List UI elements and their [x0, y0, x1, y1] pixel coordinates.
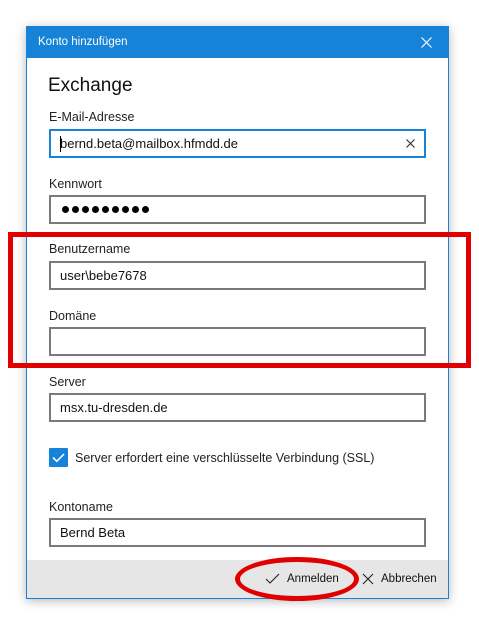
- email-field[interactable]: bernd.beta@mailbox.hfmdd.de: [49, 129, 426, 158]
- cancel-label: Abbrechen: [381, 573, 437, 585]
- password-dot: [102, 206, 109, 213]
- password-dot: [142, 206, 149, 213]
- password-dot: [112, 206, 119, 213]
- password-mask: [62, 206, 149, 213]
- password-dot: [82, 206, 89, 213]
- email-label: E-Mail-Adresse: [49, 110, 135, 124]
- clear-icon[interactable]: [403, 136, 418, 151]
- server-label: Server: [49, 375, 86, 389]
- page-title: Exchange: [48, 75, 133, 96]
- dialog-footer: Anmelden Abbrechen: [27, 560, 448, 598]
- close-icon: [420, 37, 432, 48]
- password-dot: [122, 206, 129, 213]
- checkmark-icon: [52, 453, 65, 463]
- username-field[interactable]: user\bebe7678: [49, 261, 426, 290]
- close-button[interactable]: [404, 27, 448, 58]
- domain-field[interactable]: [49, 327, 426, 356]
- account-name-label: Kontoname: [49, 500, 113, 514]
- password-dot: [62, 206, 69, 213]
- title-bar: Konto hinzufügen: [27, 27, 448, 58]
- username-value: user\bebe7678: [60, 268, 147, 283]
- checkmark-icon: [265, 573, 280, 584]
- window-title: Konto hinzufügen: [38, 36, 128, 48]
- password-dot: [132, 206, 139, 213]
- password-dot: [72, 206, 79, 213]
- text-caret: [60, 136, 61, 152]
- add-account-dialog: Konto hinzufügen Exchange E-Mail-Adresse…: [26, 26, 449, 599]
- username-label: Benutzername: [49, 242, 131, 256]
- cancel-button[interactable]: Abbrechen: [362, 560, 437, 598]
- ssl-label: Server erfordert eine verschlüsselte Ver…: [75, 451, 375, 465]
- account-name-value: Bernd Beta: [60, 525, 126, 540]
- password-dot: [92, 206, 99, 213]
- signin-button[interactable]: Anmelden: [265, 560, 339, 598]
- ssl-checkbox[interactable]: [49, 448, 68, 467]
- password-label: Kennwort: [49, 177, 102, 191]
- server-field[interactable]: msx.tu-dresden.de: [49, 393, 426, 422]
- domain-label: Domäne: [49, 309, 97, 323]
- close-icon: [362, 573, 374, 585]
- password-field[interactable]: [49, 195, 426, 224]
- signin-label: Anmelden: [287, 573, 339, 585]
- email-value: bernd.beta@mailbox.hfmdd.de: [60, 136, 238, 151]
- server-value: msx.tu-dresden.de: [60, 400, 168, 415]
- account-name-field[interactable]: Bernd Beta: [49, 518, 426, 547]
